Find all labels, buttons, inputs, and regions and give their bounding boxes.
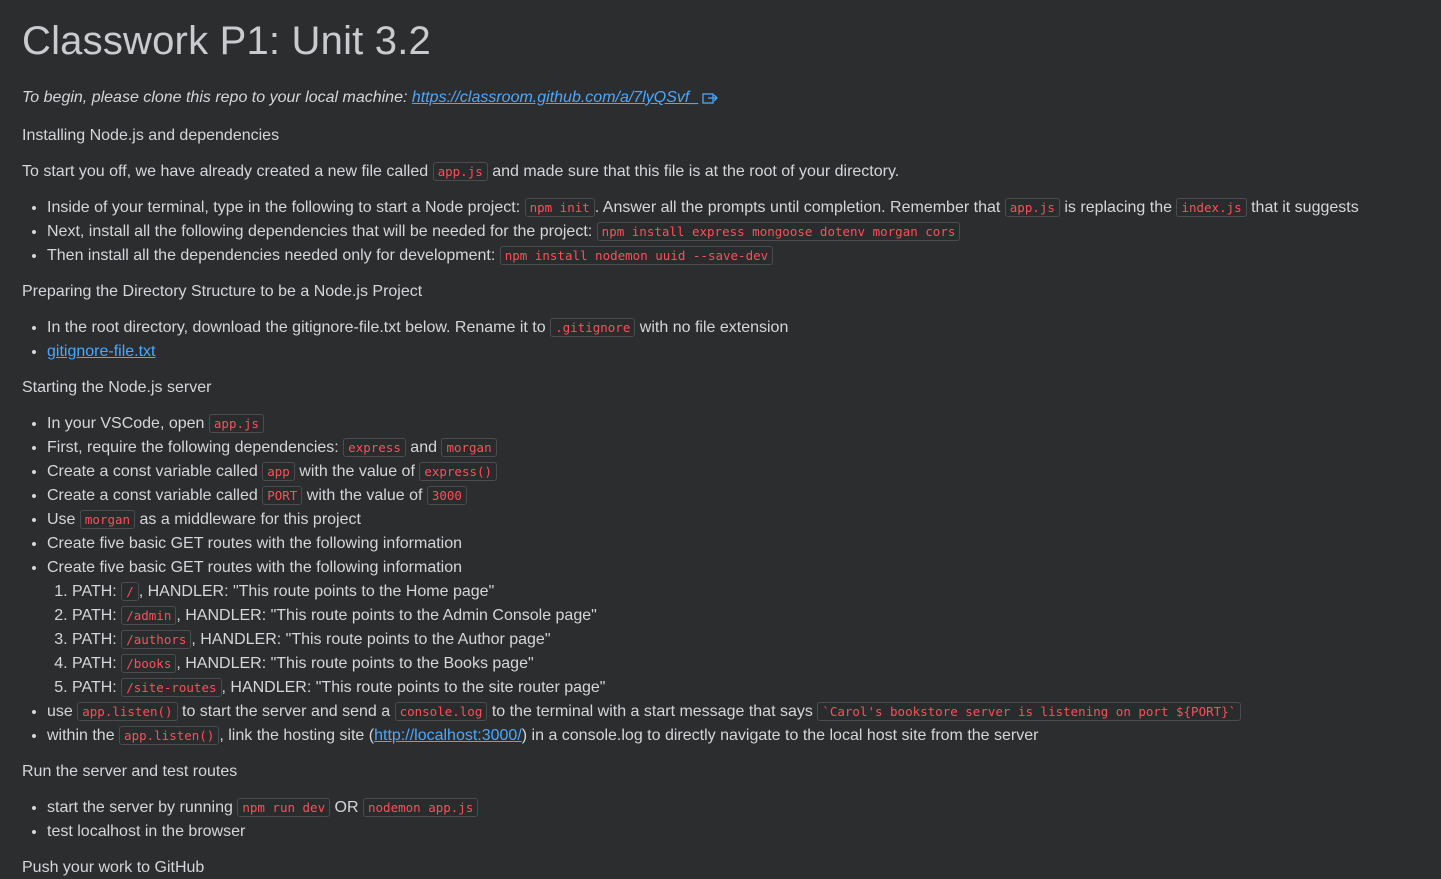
route-item: PATH: /books, HANDLER: "This route point…: [72, 652, 1419, 676]
list-item: use app.listen() to start the server and…: [47, 700, 1419, 724]
code-snippet: npm install nodemon uuid --save-dev: [499, 246, 774, 265]
intro-text: To begin, please clone this repo to your…: [22, 86, 1419, 112]
code-snippet: npm init: [524, 198, 595, 217]
code-snippet: console.log: [394, 702, 488, 721]
list-item: test localhost in the browser: [47, 820, 1419, 844]
list-item: Then install all the dependencies needed…: [47, 244, 1419, 268]
code-snippet: /site-routes: [121, 678, 222, 697]
route-item: PATH: /admin, HANDLER: "This route point…: [72, 604, 1419, 628]
code-snippet: app.js: [1004, 198, 1060, 217]
code-snippet: app: [262, 462, 295, 481]
server-list: In your VSCode, open app.js First, requi…: [22, 412, 1419, 748]
directory-list: In the root directory, download the giti…: [22, 316, 1419, 364]
code-snippet: PORT: [262, 486, 303, 505]
code-snippet: app.js: [432, 162, 488, 181]
code-snippet: morgan: [441, 438, 497, 457]
external-link-icon: [702, 88, 719, 112]
code-snippet: index.js: [1176, 198, 1247, 217]
code-snippet: app.listen(): [77, 702, 178, 721]
list-item: start the server by running npm run dev …: [47, 796, 1419, 820]
section-heading-run: Run the server and test routes: [22, 763, 238, 780]
gitignore-file-link[interactable]: gitignore-file.txt: [47, 343, 156, 360]
route-item: PATH: /site-routes, HANDLER: "This route…: [72, 676, 1419, 700]
repo-link[interactable]: https://classroom.github.com/a/7lyQSvf_: [412, 89, 698, 106]
code-snippet: app.js: [208, 414, 265, 433]
code-snippet: /books: [121, 654, 177, 673]
list-item: Next, install all the following dependen…: [47, 220, 1419, 244]
code-snippet: express: [343, 438, 406, 457]
code-snippet: /admin: [121, 606, 177, 625]
install-list: Inside of your terminal, type in the fol…: [22, 196, 1419, 268]
install-paragraph: To start you off, we have already create…: [22, 162, 900, 181]
code-snippet: morgan: [79, 510, 136, 529]
list-item: within the app.listen(), link the hostin…: [47, 724, 1419, 748]
list-item: gitignore-file.txt: [47, 340, 1419, 364]
page-title: Classwork P1: Unit 3.2: [22, 19, 431, 63]
code-snippet: npm install express mongoose dotenv morg…: [596, 222, 961, 241]
routes-list: PATH: /, HANDLER: "This route points to …: [47, 580, 1419, 700]
list-item: First, require the following dependencie…: [47, 436, 1419, 460]
code-snippet: /authors: [121, 630, 192, 649]
list-item: Use morgan as a middleware for this proj…: [47, 508, 1419, 532]
code-snippet: app.listen(): [119, 726, 220, 745]
list-item: Create a const variable called app with …: [47, 460, 1419, 484]
code-snippet: nodemon app.js: [363, 798, 479, 817]
section-heading-directory: Preparing the Directory Structure to be …: [22, 283, 423, 300]
section-heading-install: Installing Node.js and dependencies: [22, 127, 280, 144]
code-snippet: npm run dev: [237, 798, 331, 817]
list-item: Create five basic GET routes with the fo…: [47, 532, 1419, 556]
list-item: Inside of your terminal, type in the fol…: [47, 196, 1419, 220]
list-item: Create a const variable called PORT with…: [47, 484, 1419, 508]
code-snippet: express(): [419, 462, 498, 481]
route-item: PATH: /authors, HANDLER: "This route poi…: [72, 628, 1419, 652]
route-item: PATH: /, HANDLER: "This route points to …: [72, 580, 1419, 604]
code-snippet: /: [121, 582, 139, 601]
section-heading-push: Push your work to GitHub: [22, 859, 205, 876]
localhost-link[interactable]: http://localhost:3000/: [374, 727, 522, 744]
code-snippet: `Carol's bookstore server is listening o…: [817, 702, 1242, 721]
run-list: start the server by running npm run dev …: [22, 796, 1419, 844]
list-item: Create five basic GET routes with the fo…: [47, 556, 1419, 700]
list-item: In the root directory, download the giti…: [47, 316, 1419, 340]
code-snippet: 3000: [426, 486, 467, 505]
list-item: In your VSCode, open app.js: [47, 412, 1419, 436]
assignment-page: Classwork P1: Unit 3.2 To begin, please …: [0, 0, 1441, 879]
code-snippet: .gitignore: [550, 318, 636, 337]
section-heading-server: Starting the Node.js server: [22, 379, 212, 396]
